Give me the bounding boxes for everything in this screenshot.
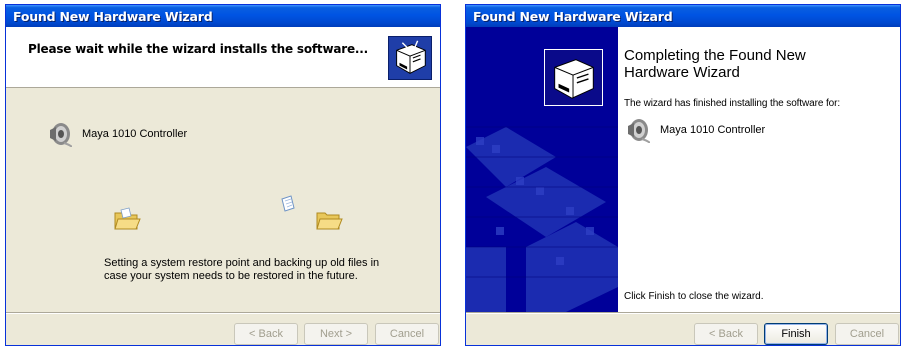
title-bar[interactable]: Found New Hardware Wizard xyxy=(466,5,900,27)
back-button[interactable]: < Back xyxy=(234,323,298,345)
device-name: Maya 1010 Controller xyxy=(660,124,766,136)
title-bar[interactable]: Found New Hardware Wizard xyxy=(6,5,440,27)
divider xyxy=(466,312,900,314)
divider xyxy=(6,312,440,314)
hardware-wizard-logo-icon xyxy=(388,36,432,80)
paper-icon xyxy=(281,195,295,212)
completion-heading: Completing the Found New Hardware Wizard xyxy=(624,47,806,81)
header-title: Please wait while the wizard installs th… xyxy=(28,42,368,56)
device-row: Maya 1010 Controller xyxy=(46,121,187,147)
speaker-icon xyxy=(628,119,650,143)
status-text: Setting a system restore point and backi… xyxy=(104,257,380,282)
wizard-window-installing: Found New Hardware Wizard Please wait wh… xyxy=(5,4,441,346)
cancel-button[interactable]: Cancel xyxy=(375,323,439,345)
device-row: Maya 1010 Controller xyxy=(624,117,765,143)
wizard-window-completing: Found New Hardware Wizard Completing the… xyxy=(465,4,901,346)
next-button[interactable]: Next > xyxy=(304,323,368,345)
speaker-icon xyxy=(50,123,72,147)
side-panel xyxy=(466,27,618,312)
cancel-button[interactable]: Cancel xyxy=(835,323,899,345)
folder-icon xyxy=(316,212,343,230)
finished-text: The wizard has finished installing the s… xyxy=(624,98,841,109)
back-button[interactable]: < Back xyxy=(694,323,758,345)
folder-icon xyxy=(114,207,141,230)
hardware-wizard-logo-icon xyxy=(544,49,603,106)
content-area: Completing the Found New Hardware Wizard… xyxy=(618,27,900,312)
close-hint: Click Finish to close the wizard. xyxy=(624,291,764,302)
device-name: Maya 1010 Controller xyxy=(82,128,188,140)
wizard-header: Please wait while the wizard installs th… xyxy=(6,27,440,88)
finish-button[interactable]: Finish xyxy=(764,323,828,345)
